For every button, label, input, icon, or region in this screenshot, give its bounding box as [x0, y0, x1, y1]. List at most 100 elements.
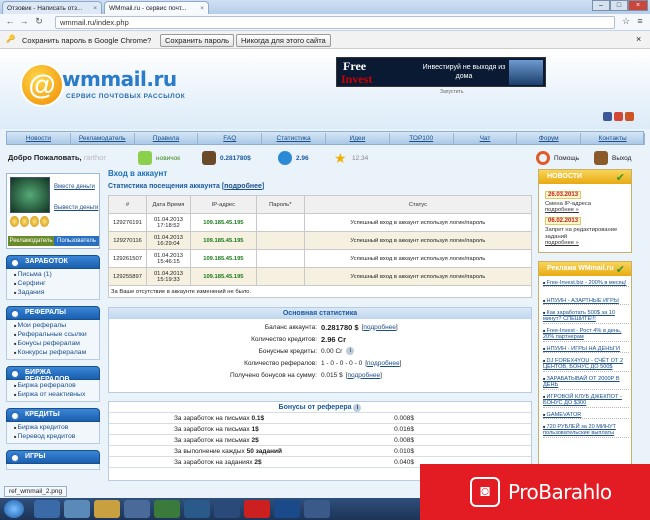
ad-text: Инвестируй не выходя из дома — [422, 64, 506, 80]
ad-link[interactable]: НПУИН - АЗАРТНЫЕ ИГРЫ — [543, 298, 629, 306]
menu-item[interactable]: Идеи — [326, 133, 390, 145]
table-row: 129261507 01.04.2013 15:46:15 109.185.45.19… — [108, 249, 533, 268]
news-link[interactable]: подробнее » — [545, 207, 629, 214]
logo-icon[interactable]: @ — [20, 63, 64, 107]
level-stat: новичок — [138, 149, 180, 167]
menu-item[interactable]: Чат — [454, 133, 518, 145]
section-icon — [10, 453, 20, 463]
ie-icon[interactable] — [34, 500, 60, 518]
media-icon[interactable] — [124, 500, 150, 518]
sidebar-section-header[interactable]: ИГРЫ — [6, 450, 100, 464]
sidebar-link[interactable]: Реферальные ссылки — [14, 331, 87, 338]
sidebar-link[interactable]: Бонусы рефералам — [14, 340, 80, 347]
reload-icon[interactable]: ↻ — [33, 16, 45, 28]
maximize-icon[interactable]: □ — [610, 0, 628, 11]
row-date: 01.04.2013 — [153, 234, 183, 241]
more-link[interactable]: подробнее — [224, 183, 262, 190]
bonus-row: За выполнение каждых 50 заданий 0.010$ — [109, 446, 531, 457]
sidebar-link[interactable]: Биржа рефералов — [14, 382, 76, 389]
ad-link[interactable]: НПУИН - ИГРЫ НА ДЕНЬГИ — [543, 346, 629, 354]
more-link[interactable]: подробнее — [367, 360, 400, 367]
avatar[interactable] — [10, 177, 50, 213]
ad-link[interactable]: 720 РУБЛЕЙ за 20 МИНУТ пользовательские … — [543, 424, 629, 438]
sidebar-link[interactable]: Перевод кредитов — [14, 433, 76, 440]
tab-user[interactable]: Пользователь — [54, 236, 99, 246]
help-link[interactable]: Помощь — [536, 149, 579, 167]
app-icon[interactable] — [184, 500, 210, 518]
menu-item[interactable]: Контакты — [581, 133, 645, 145]
bonus-label: За выполнение каждых — [174, 447, 245, 455]
close-icon[interactable]: × — [200, 5, 204, 12]
app-icon[interactable] — [154, 500, 180, 518]
withdraw-money-link[interactable]: Вывести деньги — [54, 205, 98, 211]
sidebar-section-header[interactable]: РЕФЕРАЛЫ — [6, 306, 100, 320]
sidebar-link[interactable]: Биржа от неактивных — [14, 391, 86, 398]
close-icon[interactable]: × — [636, 34, 641, 44]
menu-item[interactable]: Новости — [7, 133, 71, 145]
ad-link[interactable]: GAMEVATOR — [543, 412, 629, 420]
info-icon[interactable]: i — [346, 347, 355, 355]
url-input[interactable]: wmmail.ru/index.php — [55, 16, 615, 29]
never-save-button[interactable]: Никогда для этого сайта — [236, 34, 331, 47]
sidebar-link[interactable]: Письма (1) — [14, 271, 52, 278]
ad-link[interactable]: Free-Invest - Рост 4% в день, 20% партне… — [543, 328, 629, 342]
row-time: 16:29:04 — [157, 240, 180, 247]
no-changes-text: За Ваше отсутствие в аккаунте изменений … — [108, 285, 532, 298]
tab-wmmail[interactable]: WMmail.ru - сервис почт... × — [104, 1, 209, 14]
download-item[interactable]: ref_wmmail_2.png — [4, 486, 68, 497]
menu-item[interactable]: Рекламодатель — [71, 133, 135, 145]
menu-item[interactable]: Статистика — [262, 133, 326, 145]
logo-text[interactable]: wmmail.ru — [62, 67, 177, 91]
google-plus-icon[interactable] — [614, 112, 623, 121]
ad-link[interactable]: ИГРОВОЙ КЛУБ ДЖЕКПОТ - БОНУС ДО $300 — [543, 394, 629, 408]
sidebar-section-header[interactable]: ЗАРАБОТОК — [6, 255, 100, 269]
help-label: Помощь — [554, 154, 580, 162]
ad-link[interactable]: Как заработать 500$ за 10 минут? СПЕШИТЕ… — [543, 310, 629, 324]
ad-link[interactable]: Free-Invest.biz - 200% в месяц! — [543, 280, 629, 288]
tab-otzovik[interactable]: Отзовик - Написать отз... × — [2, 1, 102, 14]
sidebar-section-header[interactable]: БИРЖА РЕФЕРАЛОВ — [6, 366, 100, 383]
table-header: Пароль* — [255, 195, 305, 214]
mail-icon[interactable] — [625, 112, 634, 121]
sidebar-link[interactable]: Биржа кредитов — [14, 424, 69, 431]
star-icon[interactable]: ☆ — [620, 16, 632, 28]
facebook-icon[interactable] — [603, 112, 612, 121]
bonus-label-cell: За заработок на заданиях 2$ — [109, 459, 314, 466]
sidebar-link[interactable]: Задания — [14, 289, 45, 296]
save-password-button[interactable]: Сохранить пароль — [160, 34, 235, 47]
close-icon[interactable]: × — [93, 5, 97, 12]
more-link[interactable]: подробнее — [348, 372, 381, 379]
sidebar-section-header[interactable]: КРЕДИТЫ — [6, 408, 100, 422]
folder-icon[interactable] — [94, 500, 120, 518]
app-icon[interactable] — [304, 500, 330, 518]
more-link[interactable]: подробнее — [363, 324, 396, 331]
menu-item[interactable]: ТОР100 — [390, 133, 454, 145]
info-icon[interactable]: i — [353, 404, 362, 412]
ad-link[interactable]: ЗАРАБАТЫВАЙ ОТ 2000Р В ДЕНЬ — [543, 376, 629, 390]
app-icon[interactable] — [214, 500, 240, 518]
row-id: 129276191 — [108, 213, 147, 232]
close-window-icon[interactable]: × — [628, 0, 648, 11]
sidebar-link[interactable]: Мои рефералы — [14, 322, 67, 329]
opera-icon[interactable] — [244, 500, 270, 518]
start-button[interactable] — [4, 500, 24, 518]
menu-item[interactable]: Правила — [135, 133, 199, 145]
chrome-icon[interactable] — [64, 500, 90, 518]
back-icon[interactable]: ← — [4, 16, 16, 28]
tab-advertiser[interactable]: Рекламодатель — [8, 236, 54, 246]
menu-item[interactable]: Форум — [517, 133, 582, 145]
earn-money-link[interactable]: Вместе деньги — [54, 184, 95, 190]
minimize-icon[interactable]: – — [592, 0, 610, 11]
ad-link[interactable]: DJ FOREX4YOU - СЧЁТ ОТ 2 ЦЕНТОВ, БОНУС Д… — [543, 358, 629, 372]
word-icon[interactable] — [274, 500, 300, 518]
banner-ad[interactable]: Free Invest Инвестируй не выходя из дома — [336, 57, 546, 87]
sidebar-link[interactable]: Серфинг — [14, 280, 46, 287]
bonus-label: За заработок на письмах — [174, 436, 250, 444]
check-icon: ✔ — [615, 264, 625, 276]
logout-link[interactable]: Выход — [594, 149, 631, 167]
news-link[interactable]: подробнее » — [545, 240, 629, 247]
forward-icon[interactable]: → — [18, 16, 30, 28]
sidebar-link[interactable]: Конкурсы рефералам — [14, 349, 87, 356]
menu-item[interactable]: FAQ — [198, 133, 263, 145]
menu-icon[interactable]: ≡ — [634, 16, 646, 28]
